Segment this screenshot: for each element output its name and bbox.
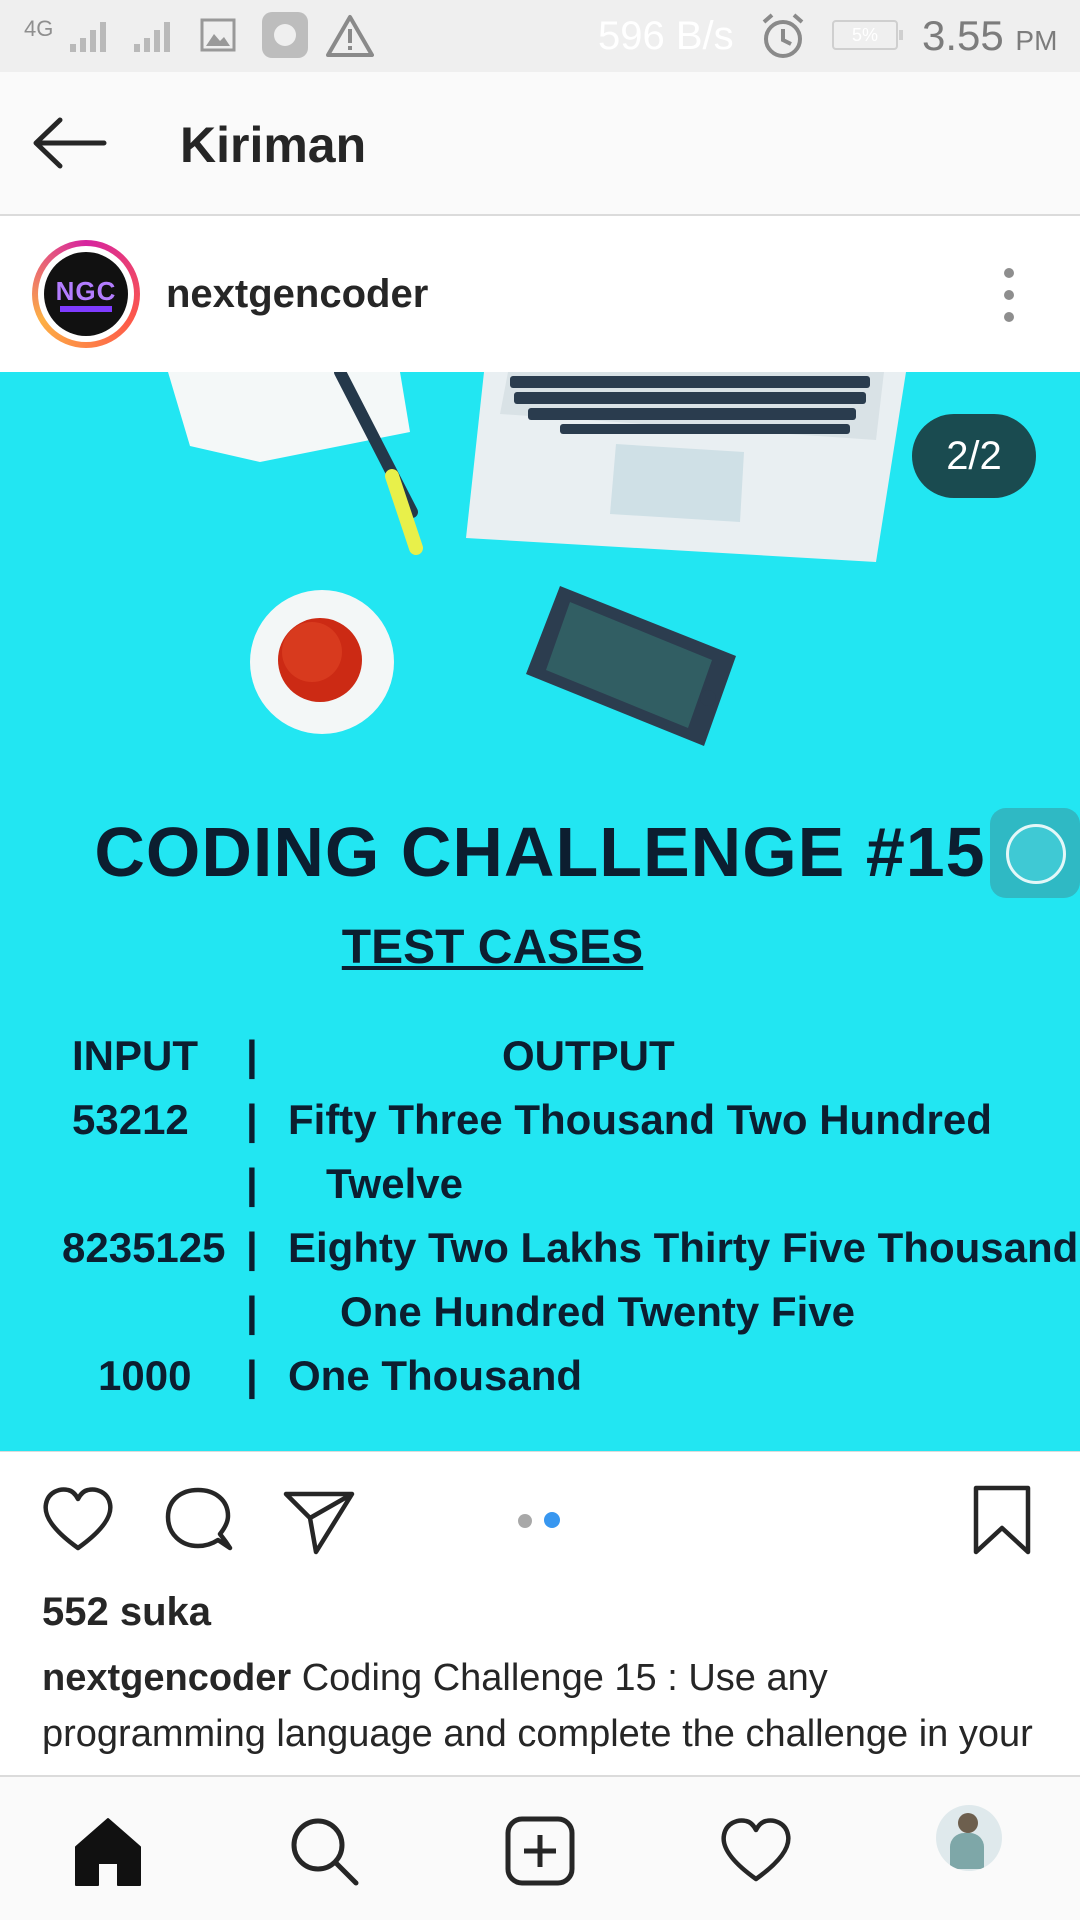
row-output: Fifty Three Thousand Two Hundred (288, 1096, 992, 1143)
signal-icon (70, 18, 122, 52)
table-divider: | (246, 1352, 258, 1399)
battery-level: 5% (851, 25, 878, 45)
carousel-dot-active (544, 1512, 560, 1528)
table-divider: | (246, 1032, 258, 1079)
avatar-logo-text: NGC (55, 276, 117, 306)
row-output: Twelve (326, 1160, 463, 1207)
post-username[interactable]: nextgencoder (166, 272, 428, 317)
post-caption: nextgencoder Coding Challenge 15 : Use a… (42, 1650, 1042, 1770)
heart-icon[interactable] (40, 1482, 116, 1558)
image-counter: 2/2 (912, 414, 1036, 498)
caption-username[interactable]: nextgencoder (42, 1657, 291, 1699)
home-icon[interactable] (70, 1813, 146, 1889)
warning-icon (326, 15, 374, 57)
status-bar: 4G 596 B/s 5% 3.55 PM (0, 0, 1080, 72)
table-divider: | (246, 1096, 258, 1143)
battery-icon: 5% (832, 20, 903, 50)
signal-icon (134, 18, 186, 52)
profile-avatar[interactable] (936, 1805, 1002, 1871)
like-count[interactable]: 552 suka (42, 1590, 211, 1635)
clock: 3.55 PM (922, 12, 1057, 60)
app-header: Kiriman (0, 72, 1080, 216)
page-title: Kiriman (180, 117, 367, 173)
avatar[interactable]: NGC (32, 240, 140, 348)
bottom-navigation (0, 1775, 1080, 1920)
back-arrow-icon[interactable] (30, 110, 110, 176)
clock-ampm: PM (1015, 25, 1058, 56)
challenge-title: CODING CHALLENGE #15 (94, 813, 986, 891)
row-output: Eighty Two Lakhs Thirty Five Thousand (288, 1224, 1079, 1271)
post-actions (0, 1451, 1080, 1592)
table-divider: | (246, 1224, 258, 1271)
row-output: One Hundred Twenty Five (340, 1288, 855, 1335)
image-icon (200, 18, 236, 52)
row-output: One Thousand (288, 1352, 582, 1399)
more-vertical-icon[interactable] (1000, 268, 1020, 324)
table-divider: | (246, 1160, 258, 1207)
test-cases-heading: TEST CASES (341, 921, 644, 974)
post-header: NGC nextgencoder (0, 216, 1080, 373)
row-input: 1000 (98, 1352, 192, 1399)
network-speed: 596 B/s (598, 14, 734, 58)
carousel-indicator (518, 1512, 572, 1533)
row-input: 53212 (72, 1096, 189, 1143)
activity-heart-icon[interactable] (718, 1813, 794, 1889)
camera-icon (262, 12, 308, 58)
column-output-header: OUTPUT (502, 1032, 675, 1079)
carousel-dot-inactive (518, 1514, 532, 1528)
network-type: 4G (24, 16, 54, 41)
column-input-header: INPUT (72, 1032, 198, 1079)
clock-time: 3.55 (922, 12, 1004, 59)
send-icon[interactable] (280, 1482, 356, 1558)
add-post-icon[interactable] (502, 1813, 578, 1889)
table-divider: | (246, 1288, 258, 1335)
bookmark-icon[interactable] (964, 1482, 1040, 1558)
alarm-icon (762, 13, 804, 58)
post-image[interactable]: 2/2 CODING CHALLENGE #15 TEST CASES INPU… (0, 372, 1080, 1451)
search-icon[interactable] (286, 1813, 362, 1889)
comment-icon[interactable] (160, 1482, 236, 1558)
row-input: 8235125 (62, 1224, 226, 1271)
